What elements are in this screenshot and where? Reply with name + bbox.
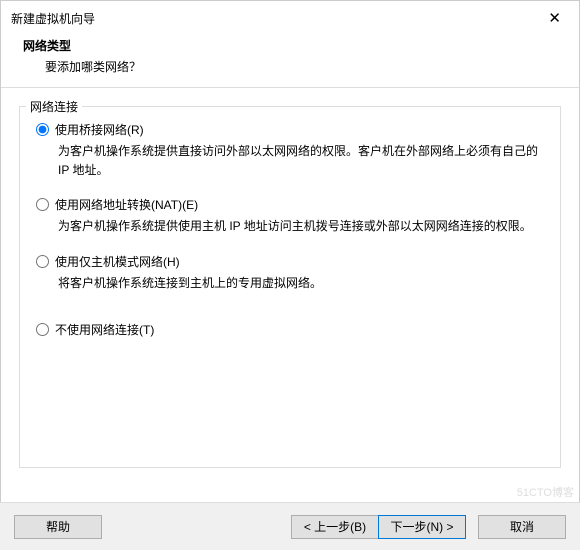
hostonly-description: 将客户机操作系统连接到主机上的专用虚拟网络。: [58, 274, 544, 293]
page-subtitle: 要添加哪类网络？: [45, 58, 579, 75]
page-title: 网络类型: [23, 37, 579, 54]
radio-none-label[interactable]: 不使用网络连接(T): [55, 321, 154, 338]
radio-nat[interactable]: [36, 198, 49, 211]
nav-button-group: < 上一步(B) 下一步(N) >: [291, 515, 466, 539]
next-button[interactable]: 下一步(N) >: [378, 515, 466, 539]
group-legend: 网络连接: [26, 98, 82, 115]
back-button[interactable]: < 上一步(B): [291, 515, 379, 539]
content-area: 网络连接 使用桥接网络(R) 为客户机操作系统提供直接访问外部以太网网络的权限。…: [1, 88, 579, 468]
nat-description: 为客户机操作系统提供使用主机 IP 地址访问主机拨号连接或外部以太网网络连接的权…: [58, 217, 544, 236]
window-title: 新建虚拟机向导: [11, 10, 95, 27]
help-button[interactable]: 帮助: [14, 515, 102, 539]
network-connection-group: 网络连接 使用桥接网络(R) 为客户机操作系统提供直接访问外部以太网网络的权限。…: [19, 106, 561, 468]
cancel-button[interactable]: 取消: [478, 515, 566, 539]
wizard-header: 网络类型 要添加哪类网络？: [1, 31, 579, 88]
title-bar: 新建虚拟机向导 ✕: [1, 1, 579, 31]
watermark: 51CTO博客: [517, 484, 574, 500]
close-icon[interactable]: ✕: [540, 7, 569, 29]
radio-hostonly[interactable]: [36, 255, 49, 268]
option-bridged: 使用桥接网络(R) 为客户机操作系统提供直接访问外部以太网网络的权限。客户机在外…: [36, 121, 544, 180]
bridged-description: 为客户机操作系统提供直接访问外部以太网网络的权限。客户机在外部网络上必须有自己的…: [58, 142, 544, 180]
radio-bridged[interactable]: [36, 123, 49, 136]
option-none: 不使用网络连接(T): [36, 321, 544, 338]
radio-nat-label[interactable]: 使用网络地址转换(NAT)(E): [55, 196, 198, 213]
radio-none[interactable]: [36, 323, 49, 336]
radio-bridged-label[interactable]: 使用桥接网络(R): [55, 121, 144, 138]
radio-hostonly-label[interactable]: 使用仅主机模式网络(H): [55, 253, 180, 270]
option-nat: 使用网络地址转换(NAT)(E) 为客户机操作系统提供使用主机 IP 地址访问主…: [36, 196, 544, 236]
wizard-footer: 帮助 < 上一步(B) 下一步(N) > 取消: [0, 502, 580, 550]
option-hostonly: 使用仅主机模式网络(H) 将客户机操作系统连接到主机上的专用虚拟网络。: [36, 253, 544, 293]
